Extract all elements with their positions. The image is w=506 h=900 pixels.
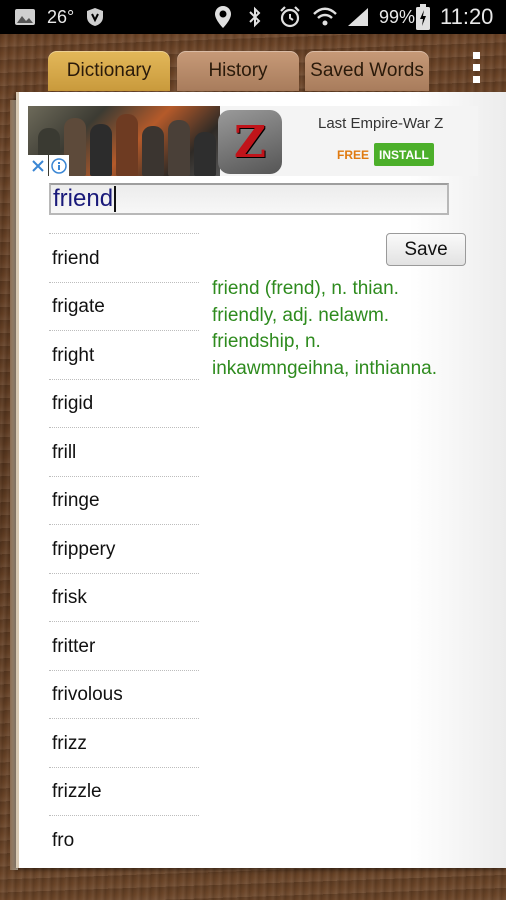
tab-dictionary[interactable]: Dictionary [48,51,170,91]
ad-title: Last Empire-War Z [318,115,444,132]
gallery-icon [14,0,36,34]
tab-saved-words[interactable]: Saved Words [305,51,429,91]
list-item[interactable]: friend [49,233,199,282]
clock-time: 11:20 [440,4,494,29]
save-button[interactable]: Save [386,233,466,266]
list-item[interactable]: frisk [49,572,199,622]
temperature-text: 26° [47,6,75,27]
list-item[interactable]: fringe [49,475,199,525]
search-input[interactable]: friend [49,183,449,215]
tab-history[interactable]: History [177,51,299,91]
ad-info-icon[interactable] [49,155,69,176]
list-item[interactable]: fritter [49,621,199,670]
tab-dictionary-label: Dictionary [66,60,152,81]
definition-line: friend (frend), n. thian. [212,278,399,299]
list-item[interactable]: fro [49,815,199,864]
shield-icon [85,0,105,34]
definition-line: inkawmngeihna, inthianna. [212,357,437,379]
list-item[interactable]: frill [49,427,199,476]
location-icon [213,0,233,34]
definition-line: friendly, adj. nelawm. [212,304,390,326]
alarm-icon [278,0,302,34]
ad-free-label: FREE [337,148,370,162]
bluetooth-icon [247,0,263,34]
list-item[interactable]: fright [49,330,199,379]
list-item[interactable]: frigid [49,378,199,428]
tab-saved-words-label: Saved Words [310,60,424,81]
definition-panel: friend (frend), n. thian. friendly, adj.… [212,276,482,382]
search-input-value: friend [53,185,114,212]
list-item[interactable]: frippery [49,524,199,573]
ad-install-button[interactable]: INSTALL [374,143,434,166]
ad-badges [28,155,69,177]
definition-line: friendship, n. [212,331,321,352]
wifi-icon [312,0,338,34]
word-list[interactable]: friend frigate fright frigid frill fring… [49,233,199,864]
text-cursor [114,186,117,212]
list-item[interactable]: frizz [49,718,199,767]
signal-icon [346,0,370,34]
battery-percent: 99% [379,6,416,27]
overflow-menu-icon[interactable] [466,48,486,92]
ad-close-icon[interactable] [28,155,48,176]
list-item[interactable]: frivolous [49,669,199,719]
status-bar: 26° 99% 11:20 [0,0,506,34]
ad-app-icon[interactable]: Z [218,110,282,174]
ad-app-icon-letter: Z [233,116,267,168]
list-item[interactable]: frigate [49,281,199,331]
list-item[interactable]: frizzle [49,766,199,816]
tab-history-label: History [208,60,268,81]
ad-banner[interactable]: Z Last Empire-War Z FREE INSTALL [28,106,478,176]
battery-charging-icon [416,0,430,34]
